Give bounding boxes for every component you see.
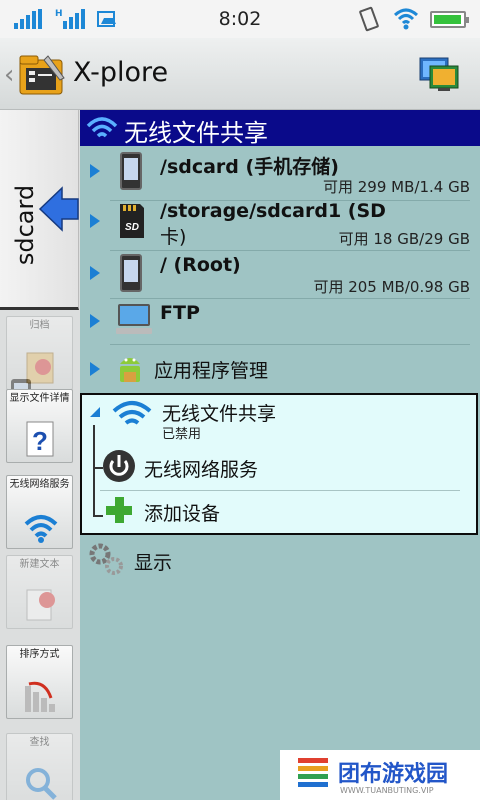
search-button-label: 查找 [29,737,50,748]
storage-row-root[interactable]: / (Root) 可用 205 MB/0.98 GB [80,250,480,298]
power-icon [103,450,135,482]
active-pane-arrow-icon [38,186,79,232]
wifi-share-title: 无线文件共享 [162,403,277,425]
add-icon [106,497,132,523]
ftp-label: FTP [160,302,200,324]
archive-button[interactable]: 归档 [6,316,73,390]
storage-name: / (Root) [160,254,241,276]
display-label: 显示 [134,552,173,574]
back-chevron-icon[interactable]: ‹ [4,60,14,90]
wifi-service-label: 无线网络服务 [144,459,259,481]
status-bar: H 8:02 [0,0,480,38]
wifi-icon [24,515,58,543]
expand-arrow-icon[interactable] [90,266,100,280]
app-manager-label: 应用程序管理 [154,360,269,382]
file-details-button[interactable]: 显示文件详情 ? [6,389,73,463]
pane-header-title: 无线文件共享 [124,119,268,147]
archive-button-label: 归档 [29,320,50,331]
computer-icon [116,304,152,334]
wifi-status-icon [393,8,419,30]
wifi-icon [86,117,118,138]
search-button[interactable]: 查找 [6,733,73,800]
watermark: 团布游戏园 WWW.TUANBUTING.VIP [280,750,480,800]
expand-arrow-icon[interactable] [90,164,100,178]
wifi-service-item[interactable]: 无线网络服务 [98,445,478,489]
wifi-service-button[interactable]: 无线网络服务 [6,475,73,549]
sort-icon [25,681,55,712]
android-icon [120,358,140,382]
sort-button-label: 排序方式 [19,649,60,660]
file-details-button-label: 显示文件详情 [9,393,70,404]
storage-row-sdcard[interactable]: /sdcard (手机存储) 可用 299 MB/1.4 GB [80,146,480,200]
wifi-service-button-label: 无线网络服务 [9,479,70,490]
storage-usage: 可用 299 MB/1.4 GB [323,178,470,196]
gear-icon [89,543,123,575]
watermark-text: 团布游戏园 [338,762,449,787]
new-text-button-label: 新建文本 [19,559,60,570]
watermark-sub: WWW.TUANBUTING.VIP [340,786,434,795]
add-device-item[interactable]: 添加设备 [98,493,478,533]
svg-text:?: ? [32,426,48,456]
dual-pane-icon[interactable] [418,56,460,92]
new-text-button[interactable]: 新建文本 [6,555,73,629]
phone-icon [120,152,142,190]
title-bar: ‹ X-plore [0,38,480,110]
app-title: X-plore [73,57,169,88]
app-logo-icon[interactable] [18,50,68,98]
svg-text:SD: SD [125,222,139,233]
app-manager-row[interactable]: 应用程序管理 [80,344,480,392]
storage-name: /sdcard (手机存储) [160,156,339,178]
storage-row-sdcard1[interactable]: SD /storage/sdcard1 (SD 卡) 可用 18 GB/29 G… [80,200,480,250]
storage-name: /storage/sdcard1 (SD [160,200,386,222]
archive-icon [26,352,54,384]
expand-arrow-icon[interactable] [90,214,100,228]
phone-icon [120,254,142,292]
wifi-share-status: 已禁用 [162,427,202,442]
file-details-icon: ? [26,421,54,457]
pane-header: 无线文件共享 [80,110,480,147]
expand-arrow-icon[interactable] [90,362,100,376]
storage-usage: 可用 205 MB/0.98 GB [313,278,470,296]
divider [100,490,460,491]
tab-sdcard-label: sdcard [11,184,39,266]
battery-icon [430,11,469,28]
watermark-logo-icon [298,758,328,787]
sort-button[interactable]: 排序方式 [6,645,73,719]
storage-usage: 可用 18 GB/29 GB [338,230,470,248]
display-row[interactable]: 显示 [80,538,480,582]
search-icon [26,768,57,800]
wifi-share-panel: 无线文件共享 已禁用 无线网络服务 添加设备 [80,393,478,535]
wifi-icon [112,401,152,425]
collapse-arrow-icon[interactable] [88,405,102,417]
storage-name-cont: 卡) [160,226,187,248]
sd-card-icon: SD [120,204,144,238]
ftp-row[interactable]: FTP [80,298,480,344]
expand-arrow-icon[interactable] [90,314,100,328]
add-device-label: 添加设备 [144,503,221,525]
new-text-icon [26,589,55,621]
